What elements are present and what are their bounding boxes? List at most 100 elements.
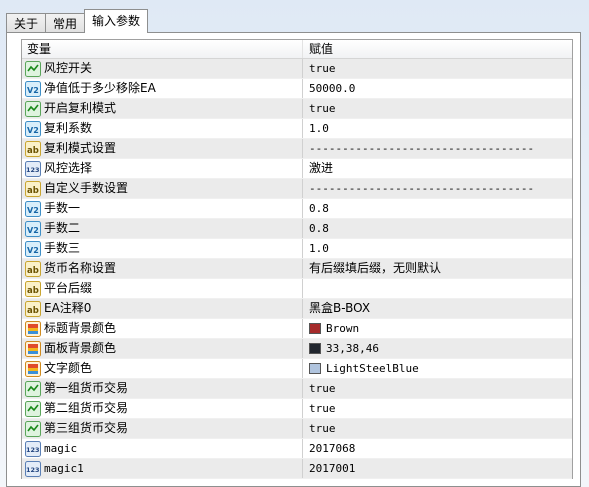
value-cell[interactable]: 2017068 <box>303 439 572 458</box>
value-text: 激进 <box>309 161 334 175</box>
value-text: 有后缀填后缀，无则默认 <box>309 261 442 275</box>
variable-cell: V2 手数三 <box>22 239 303 258</box>
value-text: true <box>309 102 336 115</box>
value-cell[interactable]: true <box>303 419 572 438</box>
value-text: ---------------------------------- <box>309 142 535 155</box>
value-cell[interactable]: 有后缀填后缀，无则默认 <box>303 259 572 278</box>
color-icon <box>25 340 41 357</box>
value-cell[interactable]: 激进 <box>303 159 572 178</box>
variable-cell: V2 净值低于多少移除EA <box>22 79 303 98</box>
variable-name: 自定义手数设置 <box>44 181 129 195</box>
variable-cell: 第一组货币交易 <box>22 379 303 398</box>
inputs-panel: 变量 赋值 风控开关 true V2 净值低于多少移除EA 50000.0 开启复利模式 t… <box>6 32 581 487</box>
table-row[interactable]: 123 magic1 2017001 <box>22 459 572 479</box>
tab-common[interactable]: 常用 <box>45 13 86 33</box>
value-cell[interactable]: true <box>303 399 572 418</box>
value-cell[interactable]: 33,38,46 <box>303 339 572 358</box>
variable-name: 风控选择 <box>44 161 93 175</box>
variable-name: 复利系数 <box>44 121 93 135</box>
tab-about[interactable]: 关于 <box>6 13 47 33</box>
parameters-grid: 变量 赋值 风控开关 true V2 净值低于多少移除EA 50000.0 开启复利模式 t… <box>21 39 573 479</box>
double-icon: V2 <box>25 80 41 97</box>
value-text: 33,38,46 <box>326 342 379 355</box>
value-text: 0.8 <box>309 222 329 235</box>
int-icon: 123 <box>25 440 41 457</box>
int-icon: 123 <box>25 160 41 177</box>
double-icon: V2 <box>25 220 41 237</box>
variable-name: 手数二 <box>44 221 81 235</box>
table-row[interactable]: 开启复利模式 true <box>22 99 572 119</box>
svg-text:ab: ab <box>27 286 39 296</box>
color-icon <box>25 360 41 377</box>
table-row[interactable]: 第一组货币交易 true <box>22 379 572 399</box>
value-cell[interactable]: Brown <box>303 319 572 338</box>
value-cell[interactable]: LightSteelBlue <box>303 359 572 378</box>
value-cell[interactable]: 1.0 <box>303 239 572 258</box>
value-cell[interactable]: ---------------------------------- <box>303 139 572 158</box>
table-row[interactable]: 面板背景颜色 33,38,46 <box>22 339 572 359</box>
tab-strip: 关于 常用 输入参数 <box>6 9 149 33</box>
table-row[interactable]: ab 复利模式设置 --------------------------------… <box>22 139 572 159</box>
bool-icon <box>25 60 41 77</box>
table-row[interactable]: V2 手数一 0.8 <box>22 199 572 219</box>
bool-icon <box>25 420 41 437</box>
variable-cell: 123 风控选择 <box>22 159 303 178</box>
variable-name: 复利模式设置 <box>44 141 117 155</box>
table-row[interactable]: ab 货币名称设置 有后缀填后缀，无则默认 <box>22 259 572 279</box>
table-row[interactable]: V2 复利系数 1.0 <box>22 119 572 139</box>
value-cell[interactable]: 黑盒B-BOX <box>303 299 572 318</box>
value-text: 1.0 <box>309 242 329 255</box>
variable-cell: 第三组货币交易 <box>22 419 303 438</box>
table-row[interactable]: ab 平台后缀 <box>22 279 572 299</box>
value-cell[interactable]: 0.8 <box>303 199 572 218</box>
header-variable[interactable]: 变量 <box>22 40 303 58</box>
table-row[interactable]: V2 手数二 0.8 <box>22 219 572 239</box>
table-row[interactable]: ab 自定义手数设置 -------------------------------… <box>22 179 572 199</box>
variable-cell: 第二组货币交易 <box>22 399 303 418</box>
value-text: 0.8 <box>309 202 329 215</box>
variable-name: magic <box>44 442 78 455</box>
variable-name: EA注释0 <box>44 301 92 315</box>
bool-icon <box>25 380 41 397</box>
value-cell[interactable]: 2017001 <box>303 459 572 478</box>
table-row[interactable]: 文字颜色 LightSteelBlue <box>22 359 572 379</box>
table-row[interactable]: 123 magic 2017068 <box>22 439 572 459</box>
tab-inputs[interactable]: 输入参数 <box>84 9 149 33</box>
variable-cell: 风控开关 <box>22 59 303 78</box>
value-text: LightSteelBlue <box>326 362 419 375</box>
value-cell[interactable] <box>303 279 572 298</box>
svg-text:123: 123 <box>26 446 40 454</box>
variable-name: 标题背景颜色 <box>44 321 117 335</box>
string-icon: ab <box>25 140 41 157</box>
value-text: true <box>309 382 336 395</box>
variable-name: 手数一 <box>44 201 81 215</box>
header-value[interactable]: 赋值 <box>303 40 572 58</box>
table-row[interactable]: 第二组货币交易 true <box>22 399 572 419</box>
svg-text:V2: V2 <box>27 126 39 135</box>
table-row[interactable]: 123 风控选择 激进 <box>22 159 572 179</box>
value-cell[interactable]: 1.0 <box>303 119 572 138</box>
value-cell[interactable]: true <box>303 379 572 398</box>
variable-cell: V2 复利系数 <box>22 119 303 138</box>
variable-cell: ab 货币名称设置 <box>22 259 303 278</box>
variable-cell: 开启复利模式 <box>22 99 303 118</box>
table-row[interactable]: V2 手数三 1.0 <box>22 239 572 259</box>
value-cell[interactable]: true <box>303 59 572 78</box>
color-icon <box>25 320 41 337</box>
value-text: true <box>309 62 336 75</box>
value-cell[interactable]: 0.8 <box>303 219 572 238</box>
value-text: 1.0 <box>309 122 329 135</box>
table-row[interactable]: V2 净值低于多少移除EA 50000.0 <box>22 79 572 99</box>
table-row[interactable]: ab EA注释0 黑盒B-BOX <box>22 299 572 319</box>
svg-text:123: 123 <box>26 466 40 474</box>
value-cell[interactable]: 50000.0 <box>303 79 572 98</box>
table-row[interactable]: 风控开关 true <box>22 59 572 79</box>
int-icon: 123 <box>25 460 41 477</box>
table-row[interactable]: 第三组货币交易 true <box>22 419 572 439</box>
value-cell[interactable]: ---------------------------------- <box>303 179 572 198</box>
value-cell[interactable]: true <box>303 99 572 118</box>
svg-text:V2: V2 <box>27 206 39 215</box>
svg-text:123: 123 <box>26 166 40 174</box>
value-text: 黑盒B-BOX <box>309 301 371 315</box>
table-row[interactable]: 标题背景颜色 Brown <box>22 319 572 339</box>
